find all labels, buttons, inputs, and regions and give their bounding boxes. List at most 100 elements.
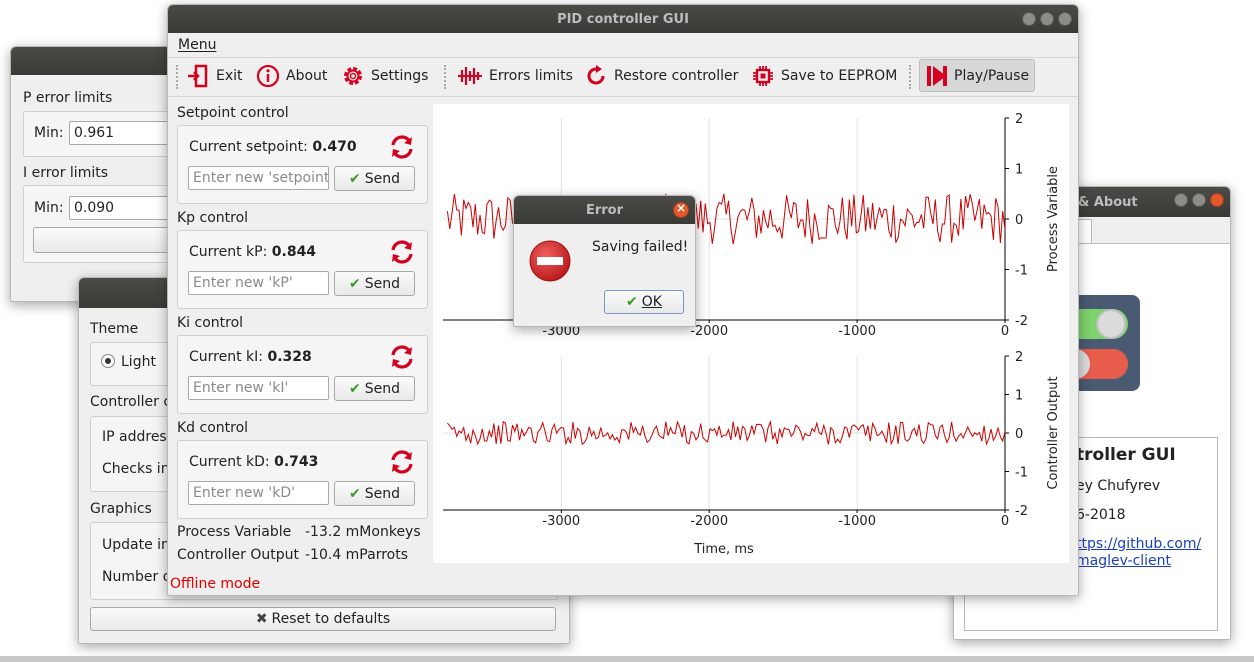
play-pause-button[interactable]: Play/Pause xyxy=(919,59,1035,92)
checks-label: Checks in xyxy=(102,461,170,477)
restore-icon xyxy=(587,65,605,85)
setpoint-input[interactable]: Enter new 'setpoint' xyxy=(188,166,329,190)
light-label: Light xyxy=(121,354,156,370)
close-icon[interactable] xyxy=(1210,193,1224,207)
ok-label: OK xyxy=(641,294,662,310)
graphics-label: Graphics xyxy=(90,501,152,517)
y-tick-label: 2 xyxy=(1015,350,1023,365)
p-min-label: Min: xyxy=(34,125,64,141)
error-message: Saving failed! xyxy=(592,239,689,255)
x-tick-label: -3000 xyxy=(542,514,580,529)
maximize-icon[interactable] xyxy=(1040,12,1054,26)
y-tick-label: -2 xyxy=(1015,504,1028,519)
kp-send-button[interactable]: ✔ Send xyxy=(334,271,415,296)
exit-label: Exit xyxy=(216,68,243,84)
error-dialog-titlebar[interactable]: Error × xyxy=(514,196,695,224)
refresh-ki-icon[interactable] xyxy=(389,344,415,370)
update-label: Update in xyxy=(102,537,170,553)
i-min-label: Min: xyxy=(34,200,64,216)
send-label: Send xyxy=(364,380,400,397)
about-button[interactable]: About xyxy=(256,63,327,89)
y-tick-label: -1 xyxy=(1015,466,1028,481)
kd-current-label: Current kD: 0.743 xyxy=(189,454,319,470)
controller-output-value: -10.4 mParrots xyxy=(305,547,409,563)
play-pause-label: Play/Pause xyxy=(954,68,1030,84)
main-titlebar[interactable]: PID controller GUI xyxy=(168,5,1078,33)
x-tick-label: -1000 xyxy=(838,324,876,339)
check-icon: ✔ xyxy=(349,275,361,292)
process-variable-value: -13.2 mMonkeys xyxy=(305,524,421,540)
refresh-kd-icon[interactable] xyxy=(389,449,415,475)
ki-group-title: Ki control xyxy=(177,315,244,331)
light-radio[interactable] xyxy=(101,354,115,368)
kd-send-button[interactable]: ✔ Send xyxy=(334,481,415,506)
close-icon[interactable]: × xyxy=(673,201,689,218)
y-axis-label: Process Variable xyxy=(1046,166,1061,272)
main-window-controls xyxy=(1022,12,1072,26)
check-icon: ✔ xyxy=(626,294,638,310)
restore-label: Restore controller xyxy=(614,68,739,84)
x-tick-label: 0 xyxy=(1001,324,1009,339)
toolbar-separator xyxy=(909,65,914,89)
save-eeprom-button[interactable]: Save to EEPROM xyxy=(751,63,897,89)
error-stop-icon xyxy=(529,240,571,282)
about-app-name: troller GUI xyxy=(1076,445,1176,465)
about-author: ey Chufyrev xyxy=(1076,478,1161,494)
save-eeprom-label: Save to EEPROM xyxy=(781,68,898,84)
about-years: 6-2018 xyxy=(1076,507,1126,523)
toolbar-separator xyxy=(444,65,449,89)
x-tick-label: -1000 xyxy=(838,514,876,529)
ki-current-value: 0.328 xyxy=(267,349,312,365)
x-tick-label: -2000 xyxy=(690,324,728,339)
maximize-icon[interactable] xyxy=(1192,193,1206,207)
kd-input[interactable]: Enter new 'kD' xyxy=(188,481,329,505)
ki-send-button[interactable]: ✔ Send xyxy=(334,376,415,401)
check-icon: ✔ xyxy=(349,485,361,502)
info-icon xyxy=(256,64,280,88)
restore-controller-button[interactable]: Restore controller xyxy=(584,63,738,89)
ok-button[interactable]: ✔ OK xyxy=(604,290,684,314)
y-axis-label: Controller Output xyxy=(1046,376,1061,489)
reset-defaults-button[interactable]: ✖ Reset to defaults xyxy=(90,607,556,631)
y-tick-label: 2 xyxy=(1015,112,1023,127)
status-text: Offline mode xyxy=(170,576,261,592)
main-window-title: PID controller GUI xyxy=(557,12,689,27)
x-axis-label: Time, ms xyxy=(693,542,754,557)
toolbar-grip-icon xyxy=(176,65,181,89)
about-link-2[interactable]: maglev-client xyxy=(1076,553,1171,569)
ip-label: IP address xyxy=(102,429,175,445)
exit-button[interactable]: Exit xyxy=(186,63,243,89)
exit-icon xyxy=(188,64,208,88)
kp-current-value: 0.844 xyxy=(271,244,317,260)
errors-limits-label: Errors limits xyxy=(489,68,573,84)
close-icon[interactable] xyxy=(1058,12,1072,26)
close-x-icon: ✖ xyxy=(255,611,268,627)
error-bars-icon xyxy=(458,67,482,85)
refresh-kp-icon[interactable] xyxy=(389,239,415,265)
about-window-controls xyxy=(1174,193,1224,207)
minimize-icon[interactable] xyxy=(1022,12,1036,26)
send-label: Send xyxy=(364,485,400,502)
y-tick-label: 1 xyxy=(1015,389,1023,404)
kp-input[interactable]: Enter new 'kP' xyxy=(188,271,329,295)
y-tick-label: -1 xyxy=(1015,264,1028,279)
settings-button[interactable]: Settings xyxy=(341,63,428,89)
setpoint-send-button[interactable]: ✔ Send xyxy=(334,166,415,191)
x-tick-label: 0 xyxy=(1001,514,1009,529)
theme-label: Theme xyxy=(90,321,139,337)
about-link-1[interactable]: ttps://github.com/ xyxy=(1076,536,1201,552)
menu-item[interactable]: Menu xyxy=(178,37,216,53)
error-dialog-title: Error xyxy=(585,203,624,218)
desktop-bottom-bar xyxy=(0,656,1254,662)
ki-input[interactable]: Enter new 'kI' xyxy=(188,376,329,400)
kp-current-label: Current kP: 0.844 xyxy=(189,244,317,260)
kd-current-value: 0.743 xyxy=(274,454,319,470)
errors-limits-button[interactable]: Errors limits xyxy=(457,63,573,89)
p-error-label: P error limits xyxy=(23,90,113,106)
refresh-setpoint-icon[interactable] xyxy=(389,134,415,160)
gear-icon xyxy=(344,67,362,85)
minimize-icon[interactable] xyxy=(1174,193,1188,207)
setpoint-group-title: Setpoint control xyxy=(177,105,289,121)
setpoint-current-value: 0.470 xyxy=(312,139,357,155)
y-tick-label: 0 xyxy=(1015,427,1023,442)
